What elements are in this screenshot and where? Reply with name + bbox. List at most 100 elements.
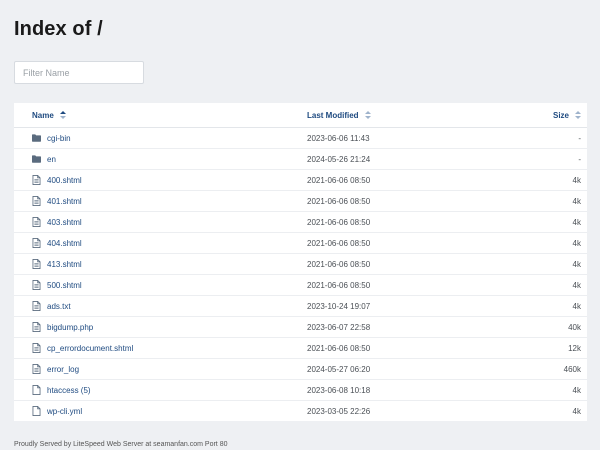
- size-cell: 4k: [507, 232, 587, 254]
- file-name: 400.shtml: [47, 175, 82, 185]
- file-listing-panel: Name Last Modified Size cgi-bin 2023-06-…: [14, 103, 587, 421]
- size-cell: 460k: [507, 358, 587, 380]
- file-link[interactable]: error_log: [32, 364, 289, 374]
- file-name-cell: ads.txt: [14, 295, 289, 317]
- file-name-cell: 403.shtml: [14, 211, 289, 233]
- document-icon: [32, 364, 47, 374]
- sort-by-name-link[interactable]: Name: [32, 111, 66, 120]
- document-icon: [32, 343, 47, 353]
- name-column-header[interactable]: Name: [14, 103, 289, 128]
- last-modified-cell: 2023-06-06 11:43: [307, 133, 370, 143]
- file-name: error_log: [47, 364, 80, 374]
- table-row: cp_errordocument.shtml 2021-06-06 08:50 …: [14, 337, 587, 359]
- sort-icon: [575, 111, 581, 121]
- last-modified-cell: 2023-06-07 22:58: [289, 316, 507, 338]
- file-link[interactable]: wp-cli.yml: [32, 406, 289, 416]
- modified-column-header[interactable]: Last Modified: [289, 103, 507, 128]
- file-link[interactable]: 401.shtml: [32, 196, 289, 206]
- file-name-cell: 500.shtml: [14, 274, 289, 296]
- file-name-cell: cp_errordocument.shtml: [14, 337, 289, 359]
- file-name-cell: en: [14, 148, 289, 170]
- size-cell: 4k: [507, 274, 587, 296]
- file-name: 404.shtml: [47, 238, 82, 248]
- size-cell: -: [507, 148, 587, 170]
- file-name: bigdump.php: [47, 322, 94, 332]
- directory-listing-page: Index of / Name Last Modified Size: [0, 0, 600, 450]
- file-link[interactable]: 413.shtml: [32, 259, 289, 269]
- folder-icon: [32, 154, 47, 164]
- file-name: 413.shtml: [47, 259, 82, 269]
- last-modified-cell: 2023-06-08 10:18: [289, 379, 507, 401]
- file-name: wp-cli.yml: [47, 406, 83, 416]
- document-icon: [32, 238, 47, 248]
- table-row: cgi-bin 2023-06-06 11:43 -: [14, 128, 587, 149]
- document-icon: [32, 259, 47, 269]
- file-name: cp_errordocument.shtml: [47, 343, 134, 353]
- file-name: cgi-bin: [47, 133, 71, 143]
- size-cell: 4k: [507, 400, 587, 421]
- document-icon: [32, 322, 47, 332]
- last-modified-cell: 2021-06-06 08:50: [289, 253, 507, 275]
- folder-icon: [32, 133, 47, 143]
- file-name-cell: cgi-bin: [14, 128, 289, 149]
- file-link[interactable]: 404.shtml: [32, 238, 289, 248]
- table-row: wp-cli.yml 2023-03-05 22:26 4k: [14, 400, 587, 421]
- name-header-label: Name: [32, 111, 54, 120]
- file-link[interactable]: cgi-bin: [32, 133, 289, 143]
- file-name-cell: wp-cli.yml: [14, 400, 289, 421]
- last-modified-cell: 2021-06-06 08:50: [289, 274, 507, 296]
- file-link[interactable]: htaccess (5): [32, 385, 289, 395]
- file-name-cell: 413.shtml: [14, 253, 289, 275]
- size-header-label: Size: [552, 111, 569, 120]
- table-row: ads.txt 2023-10-24 19:07 4k: [14, 295, 587, 317]
- file-name-cell: 400.shtml: [14, 169, 289, 191]
- size-cell: 4k: [507, 379, 587, 401]
- file-link[interactable]: 500.shtml: [32, 280, 289, 290]
- file-link[interactable]: ads.txt: [32, 301, 289, 311]
- sort-by-modified-link[interactable]: Last Modified: [307, 111, 371, 120]
- file-name: ads.txt: [47, 301, 71, 311]
- file-name-cell: bigdump.php: [14, 316, 289, 338]
- file-name: htaccess (5): [47, 385, 91, 395]
- file-name: 401.shtml: [47, 196, 82, 206]
- size-cell: -: [578, 133, 581, 143]
- table-row: error_log 2024-05-27 06:20 460k: [14, 358, 587, 380]
- file-rows: cgi-bin 2023-06-06 11:43 - en 2024-05-26…: [14, 128, 587, 421]
- table-row: 400.shtml 2021-06-06 08:50 4k: [14, 169, 587, 191]
- file-link[interactable]: cp_errordocument.shtml: [32, 343, 289, 353]
- size-cell: 4k: [507, 190, 587, 212]
- document-icon: [32, 301, 47, 311]
- file-link[interactable]: bigdump.php: [32, 322, 289, 332]
- size-column-header[interactable]: Size: [507, 103, 587, 128]
- file-name: 500.shtml: [47, 280, 82, 290]
- sort-by-size-link[interactable]: Size: [553, 111, 581, 120]
- file-name-cell: 404.shtml: [14, 232, 289, 254]
- file-name-cell: htaccess (5): [14, 379, 289, 401]
- table-row: 413.shtml 2021-06-06 08:50 4k: [14, 253, 587, 275]
- document-icon: [32, 175, 47, 185]
- last-modified-cell: 2023-03-05 22:26: [289, 400, 507, 421]
- size-cell: 4k: [507, 169, 587, 191]
- file-link[interactable]: en: [32, 154, 289, 164]
- sort-icon: [364, 111, 371, 121]
- size-cell: 4k: [507, 253, 587, 275]
- modified-header-label: Last Modified: [307, 111, 359, 120]
- sort-icon: [59, 111, 66, 121]
- page-title: Index of /: [14, 18, 103, 40]
- file-table: Name Last Modified Size cgi-bin 2023-06-…: [14, 103, 587, 421]
- table-row: 500.shtml 2021-06-06 08:50 4k: [14, 274, 587, 296]
- filter-name-input[interactable]: [14, 61, 144, 84]
- file-name: 403.shtml: [47, 217, 82, 227]
- last-modified-cell: 2024-05-26 21:24: [289, 148, 507, 170]
- table-row: htaccess (5) 2023-06-08 10:18 4k: [14, 379, 587, 401]
- file-link[interactable]: 403.shtml: [32, 217, 289, 227]
- size-cell: 4k: [507, 211, 587, 233]
- server-footer: Proudly Served by LiteSpeed Web Server a…: [14, 441, 228, 448]
- file-icon: [32, 406, 47, 416]
- file-name-cell: 401.shtml: [14, 190, 289, 212]
- file-link[interactable]: 400.shtml: [32, 175, 289, 185]
- last-modified-cell: 2021-06-06 08:50: [289, 190, 507, 212]
- document-icon: [32, 196, 47, 206]
- size-cell: 40k: [507, 316, 587, 338]
- last-modified-cell: 2024-05-27 06:20: [289, 358, 507, 380]
